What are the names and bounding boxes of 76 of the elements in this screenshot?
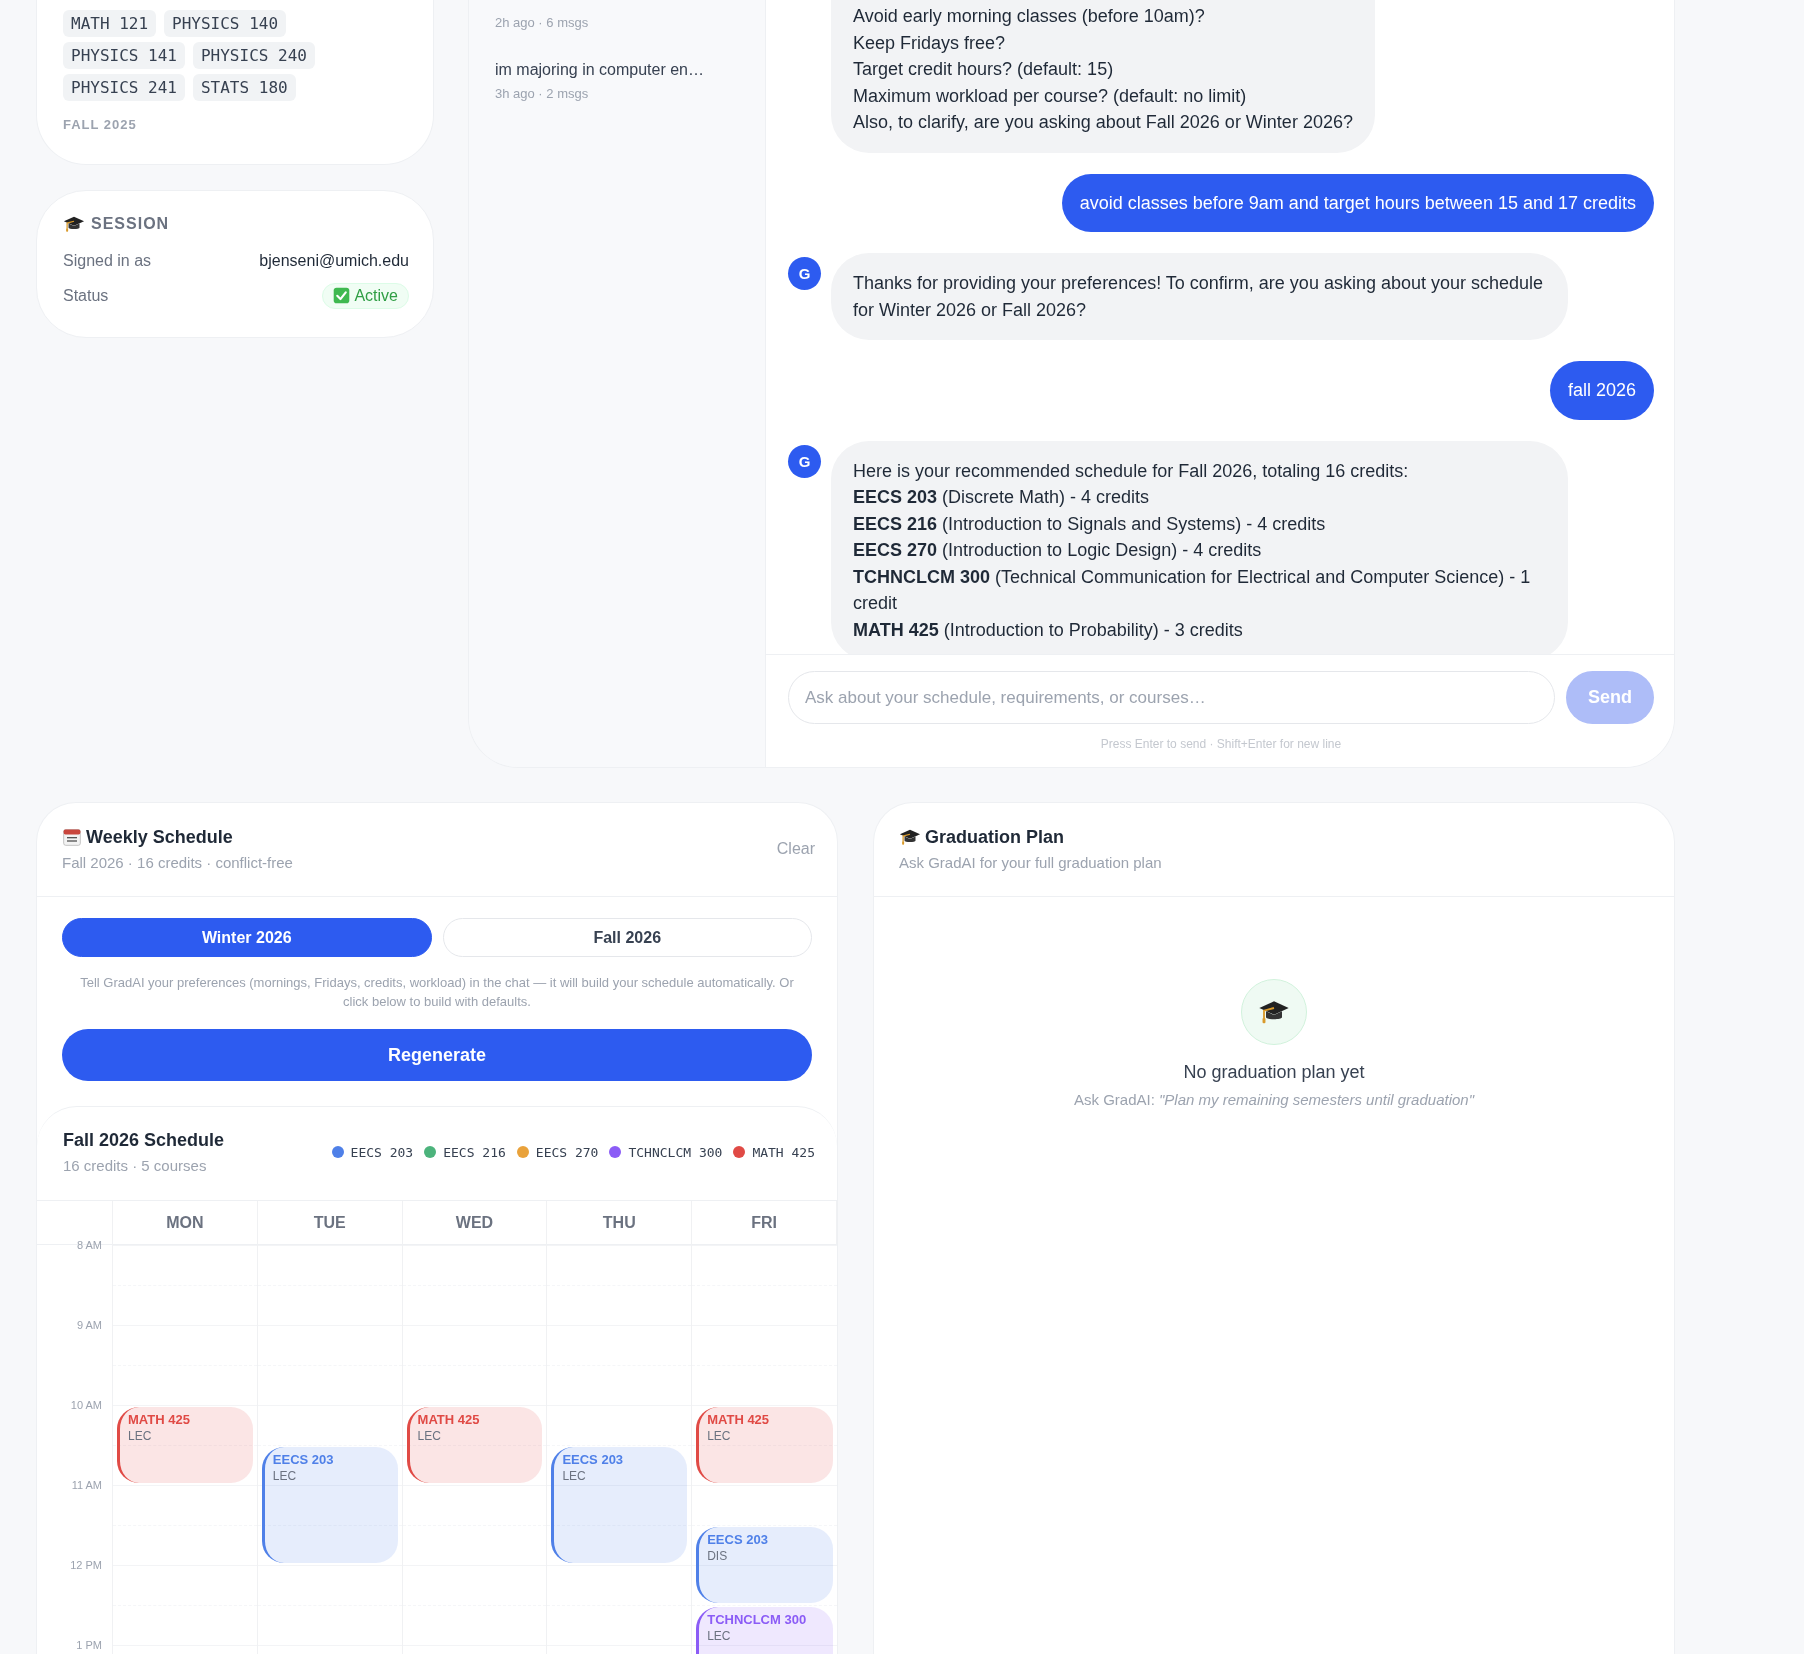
conversation-meta: 2h ago · 6 msgs bbox=[495, 14, 590, 32]
empty-state-hint: Ask GradAI: "Plan my remaining semesters until graduation" bbox=[1074, 1091, 1474, 1108]
assistant-avatar: G bbox=[788, 444, 821, 478]
section-type: LEC bbox=[272, 1468, 298, 1484]
empty-state-title: No graduation plan yet bbox=[1183, 1062, 1365, 1083]
card-subtitle: Ask GradAI for your full graduation plan bbox=[899, 854, 1162, 871]
section-title: SESSION bbox=[91, 215, 170, 233]
class-event[interactable]: TCHNCLCM 300 LEC bbox=[696, 1607, 833, 1654]
legend-label: EECS 216 bbox=[443, 1144, 506, 1160]
assistant-message: Thanks for providing your preferences! To confirm, are you asking about your schedule for Winter 2026 or Fall 2026? bbox=[831, 253, 1568, 340]
course-tag: PHYSICS 240 bbox=[192, 42, 315, 69]
field-label: Signed in as bbox=[63, 251, 152, 270]
assistant-message: Avoid early morning classes (before 10am)? Keep Fridays free? Target credit hours? (default: 15) Maximum workload per course? (default: no limit) Also, to clarify, are you asking about Fall 2026 or Winter 2026? bbox=[831, 0, 1375, 153]
term-tab[interactable]: Fall 2026 bbox=[442, 918, 812, 957]
course-tag: STATS 180 bbox=[192, 74, 296, 101]
card-title: Weekly Schedule bbox=[86, 826, 233, 848]
clear-button[interactable]: Clear bbox=[776, 839, 815, 858]
time-label: 9 AM bbox=[76, 1318, 102, 1332]
time-label: 8 AM bbox=[76, 1238, 102, 1252]
conversation-link[interactable]: im majoring in computer en… bbox=[495, 59, 739, 81]
class-event[interactable]: MATH 425 LEC bbox=[696, 1407, 833, 1483]
class-event[interactable]: MATH 425 LEC bbox=[117, 1407, 253, 1483]
term-tab[interactable]: Winter 2026 bbox=[62, 918, 432, 957]
section-type: LEC bbox=[562, 1468, 587, 1484]
section-type: LEC bbox=[128, 1428, 153, 1444]
class-event[interactable]: MATH 425 LEC bbox=[406, 1407, 543, 1483]
calendar-title: Fall 2026 Schedule bbox=[63, 1130, 225, 1151]
course-code: MATH 425 bbox=[417, 1412, 481, 1428]
class-event[interactable]: EECS 203 LEC bbox=[261, 1447, 398, 1563]
assistant-avatar: G bbox=[788, 257, 821, 290]
field-label: Status bbox=[63, 286, 109, 305]
course-code: MATH 425 bbox=[707, 1412, 771, 1428]
day-header: FRI bbox=[751, 1213, 777, 1232]
day-header: THU bbox=[602, 1213, 636, 1232]
time-label: 12 PM bbox=[70, 1558, 102, 1572]
conversation-meta: 3h ago · 2 msgs bbox=[495, 85, 590, 103]
assistant-message: Here is your recommended schedule for Fall 2026, totaling 16 credits: EECS 203 (Discrete Math) - 4 credits EECS 216 (Introduction to Signals and Systems) - 4 credits EECS 270 (Introduction to Logic Design) - 4 credits TCHNCLCM 300 (Technical Communication for Electrical and Computer Science) - 1 credit MATH 425 (Introduction to Probability) - 3 credits bbox=[831, 440, 1568, 654]
time-label: 10 AM bbox=[70, 1398, 102, 1412]
time-label: 1 PM bbox=[76, 1638, 102, 1652]
calendar-subtitle: 16 credits · 5 courses bbox=[63, 1157, 208, 1174]
course-tag: PHYSICS 140 bbox=[164, 10, 287, 37]
course-code: TCHNCLCM 300 bbox=[707, 1612, 808, 1628]
class-event[interactable]: EECS 203 LEC bbox=[551, 1447, 688, 1563]
calendar-icon bbox=[62, 827, 82, 847]
section-type: DIS bbox=[707, 1548, 729, 1564]
section-type: LEC bbox=[417, 1428, 442, 1444]
day-header: WED bbox=[455, 1213, 494, 1232]
section-type: LEC bbox=[707, 1628, 732, 1644]
course-tag: PHYSICS 141 bbox=[63, 42, 185, 69]
legend-label: TCHNCLCM 300 bbox=[628, 1144, 723, 1160]
legend-label: MATH 425 bbox=[752, 1144, 815, 1160]
course-code: EECS 203 bbox=[707, 1532, 769, 1548]
legend-label: EECS 270 bbox=[535, 1144, 599, 1160]
card-subtitle: Fall 2026 · 16 credits · conflict-free bbox=[62, 854, 293, 871]
section-type: LEC bbox=[707, 1428, 732, 1444]
day-header: MON bbox=[166, 1213, 204, 1232]
course-tag: PHYSICS 241 bbox=[63, 74, 185, 101]
status-text: Active bbox=[354, 286, 398, 305]
card-title: Graduation Plan bbox=[925, 826, 1065, 848]
course-code: EECS 203 bbox=[272, 1452, 335, 1468]
regenerate-button[interactable]: Regenerate bbox=[62, 1029, 812, 1081]
course-code: MATH 425 bbox=[128, 1412, 191, 1428]
user-message: avoid classes before 9am and target hours between 15 and 17 credits bbox=[1061, 173, 1654, 232]
course-tag: MATH 121 bbox=[63, 10, 157, 37]
user-message: fall 2026 bbox=[1549, 361, 1654, 420]
message-input[interactable]: Ask about your schedule, requirements, or courses… bbox=[788, 671, 1555, 724]
schedule-hint: Tell GradAI your preferences (mornings, Fridays, credits, workload) in the chat — it will build your schedule automatically. Or click below to build with defaults. bbox=[79, 974, 795, 1011]
term-label: FALL 2025 bbox=[63, 117, 138, 132]
check-icon bbox=[333, 287, 351, 304]
day-header: TUE bbox=[313, 1213, 346, 1232]
course-code: EECS 203 bbox=[562, 1452, 625, 1468]
field-value: bjenseni@umich.edu bbox=[259, 251, 409, 270]
class-event[interactable]: EECS 203 DIS bbox=[696, 1527, 833, 1603]
legend-label: EECS 203 bbox=[350, 1144, 414, 1160]
time-label: 11 AM bbox=[71, 1478, 102, 1492]
input-hint: Press Enter to send · Shift+Enter for new line bbox=[1099, 737, 1343, 751]
